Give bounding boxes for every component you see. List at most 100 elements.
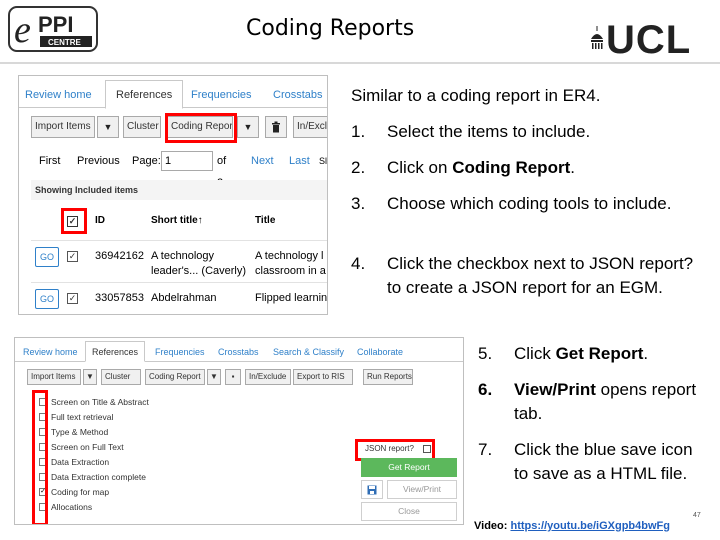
select-all-highlight [61, 208, 87, 234]
cluster-button[interactable]: Cluster [123, 116, 161, 138]
step-text: Click the blue save icon to save as a HT… [514, 438, 709, 486]
logo-subtext: CENTRE [48, 38, 82, 47]
page-number-input[interactable] [161, 151, 213, 171]
eppi-centre-logo: e PPI CENTRE [8, 6, 98, 52]
trash-icon[interactable] [265, 116, 287, 138]
step-text-bold: Coding Report [452, 158, 571, 177]
import-items-button[interactable]: Import Items [27, 369, 81, 385]
step-number: 3. [351, 194, 366, 213]
tool-label: Full text retrieval [51, 412, 114, 422]
tool-label: Data Extraction [51, 457, 110, 467]
trash-icon[interactable]: ▪ [225, 369, 241, 385]
view-print-button[interactable]: View/Print [387, 480, 457, 499]
tab-references[interactable]: References [85, 341, 146, 362]
page-count: of 2 [217, 155, 227, 189]
tool-label: Allocations [51, 502, 93, 512]
checkbox-column-highlight [32, 390, 48, 524]
step-number: 7. [478, 440, 493, 459]
page-label: Page: [132, 155, 161, 167]
item-short-title: Abdelrahman [151, 292, 217, 304]
step-number: 2. [351, 158, 366, 177]
item-id: 33057853 [95, 292, 144, 304]
save-icon[interactable] [361, 480, 383, 499]
tab-collaborate[interactable]: Collaborate [357, 343, 403, 361]
tab-search-classify[interactable]: Search & Classify [273, 343, 344, 361]
header-divider [0, 62, 720, 64]
step-text: View/Print opens report tab. [514, 378, 709, 426]
next-page-link[interactable]: Next [251, 150, 274, 172]
row-checkbox[interactable]: ✓ [67, 293, 78, 304]
item-short-title: A technology [151, 250, 214, 262]
tab-crosstabs[interactable]: Crosstabs [218, 343, 259, 361]
column-id[interactable]: ID [95, 215, 105, 226]
chevron-down-icon[interactable]: ▼ [97, 116, 119, 138]
run-reports-button[interactable]: Run Reports [363, 369, 413, 385]
step-text-part: Click [514, 344, 556, 363]
previous-page-link[interactable]: Previous [77, 150, 120, 172]
include-exclude-button[interactable]: In/Exclude [245, 369, 291, 385]
include-exclude-button[interactable]: In/Excl [293, 116, 327, 138]
tab-review-home[interactable]: Review home [23, 343, 78, 361]
step-text-bold: View/Print [514, 380, 596, 399]
export-ris-button[interactable]: Export to RIS [293, 369, 353, 385]
step-text-part: Choose which coding tools to include. [387, 194, 672, 213]
step-text-part: . [643, 344, 649, 363]
tool-label: Type & Method [51, 427, 109, 437]
item-title: A technology l [255, 250, 324, 262]
go-button[interactable]: GO [35, 289, 59, 309]
item-title: Flipped learnin [255, 292, 327, 304]
chevron-down-icon[interactable]: ▼ [83, 369, 97, 385]
tool-label: Screen on Full Text [51, 442, 124, 452]
showing-included-items: Showing Included items [31, 180, 327, 200]
column-title[interactable]: Title [255, 215, 275, 226]
cluster-button[interactable]: Cluster [101, 369, 141, 385]
step-text-part: Select the items to include. [387, 122, 591, 141]
video-label: Video: [474, 520, 511, 532]
step-number: 5. [478, 344, 493, 363]
table-row[interactable]: GO ✓ 33057853 Abdelrahman Flipped learni… [31, 282, 327, 314]
screenshot-references-tab: Review home References Frequencies Cross… [18, 75, 328, 315]
tab-frequencies[interactable]: Frequencies [155, 343, 205, 361]
intro-text: Similar to a coding report in ER4. [351, 86, 601, 105]
tool-label: Screen on Title & Abstract [51, 397, 149, 407]
coding-report-button[interactable]: Coding Report [145, 369, 205, 385]
video-caption: Video: https://youtu.be/iGXgpb4bwFg [474, 520, 670, 532]
chevron-down-icon[interactable]: ▼ [207, 369, 221, 385]
tab-references[interactable]: References [105, 80, 184, 109]
tab-review-home[interactable]: Review home [25, 82, 92, 108]
page-size-label: Sl [319, 156, 328, 166]
step-number: 4. [351, 254, 366, 273]
import-items-button[interactable]: Import Items [31, 116, 95, 138]
go-button[interactable]: GO [35, 247, 59, 267]
step-text-bold: Get Report [555, 344, 644, 363]
svg-text:e: e [14, 9, 31, 51]
screenshot-coding-report-dialog: Review home References Frequencies Cross… [14, 337, 464, 525]
step-text-part: Click on [387, 158, 453, 177]
row-checkbox[interactable]: ✓ [67, 251, 78, 262]
step-text-part: Click the blue save icon to save as a HT… [514, 440, 693, 483]
column-short-title[interactable]: Short title↑ [151, 215, 203, 226]
logo-text: PPI [38, 12, 73, 37]
video-link[interactable]: https://youtu.be/iGXgpb4bwFg [510, 520, 669, 532]
step-text: Click on Coding Report. [387, 156, 697, 180]
table-row[interactable]: GO ✓ 36942162 A technology leader's... (… [31, 240, 327, 282]
step-text: Choose which coding tools to include. [387, 192, 697, 216]
ucl-logo-text: UCL [606, 18, 692, 62]
first-page-link[interactable]: First [39, 150, 60, 172]
coding-report-highlight [165, 113, 237, 143]
step-number: 6. [478, 380, 493, 399]
tab-crosstabs[interactable]: Crosstabs [273, 82, 323, 108]
last-page-link[interactable]: Last [289, 150, 310, 172]
step-text-part: . [570, 158, 575, 177]
item-short-title-line2: leader's... (Caverly) [151, 265, 247, 277]
tab-frequencies[interactable]: Frequencies [191, 82, 252, 108]
get-report-button[interactable]: Get Report [361, 458, 457, 477]
step-text: Select the items to include. [387, 120, 697, 144]
step-text: Click Get Report. [514, 342, 709, 366]
item-id: 36942162 [95, 250, 144, 262]
slide-title: Coding Reports [246, 16, 415, 41]
chevron-down-icon[interactable]: ▼ [237, 116, 259, 138]
close-button[interactable]: Close [361, 502, 457, 521]
tool-label: Data Extraction complete [51, 472, 146, 482]
step-number: 1. [351, 122, 366, 141]
